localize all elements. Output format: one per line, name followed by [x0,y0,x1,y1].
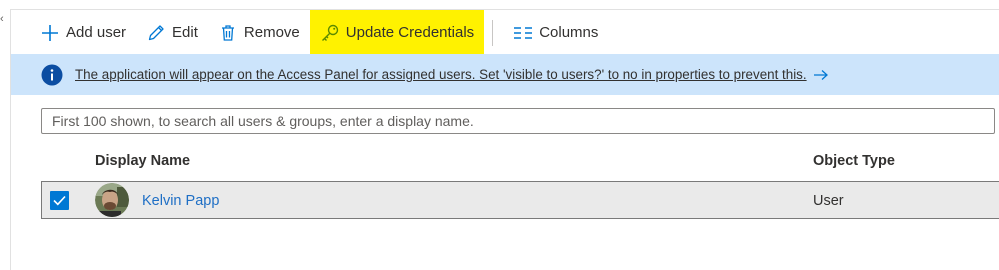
avatar [95,183,129,217]
update-credentials-label: Update Credentials [345,24,475,41]
toolbar-separator [492,19,494,46]
update-credentials-button[interactable]: Update Credentials [309,10,485,55]
checkmark-icon [53,195,66,206]
info-banner: The application will appear on the Acces… [11,54,999,95]
add-user-label: Add user [66,24,127,41]
edit-label: Edit [172,24,198,41]
display-name-link[interactable]: Kelvin Papp [142,193,219,209]
remove-label: Remove [243,24,300,41]
row-checkbox[interactable] [50,191,69,210]
banner-message-link[interactable]: The application will appear on the Acces… [75,67,807,82]
plus-icon [40,23,60,43]
table-row[interactable]: Kelvin Papp User [41,181,999,219]
arrow-right-icon[interactable] [813,69,829,81]
trash-icon [218,23,238,43]
key-icon [320,23,340,43]
collapse-chevron-icon[interactable]: ‹ [0,13,4,25]
add-user-button[interactable]: Add user [30,10,136,55]
command-bar: Add user Edit Remove Update Credentials [30,10,608,55]
edit-button[interactable]: Edit [136,10,208,55]
blade-left-border [10,9,11,270]
object-type-cell: User [813,193,844,209]
column-header-object-type[interactable]: Object Type [813,153,895,169]
pencil-icon [146,23,166,43]
columns-icon [513,23,533,43]
remove-button[interactable]: Remove [208,10,310,55]
search-input[interactable] [41,108,995,134]
column-header-display-name[interactable]: Display Name [95,153,190,169]
columns-label: Columns [539,24,599,41]
columns-button[interactable]: Columns [503,10,608,55]
info-icon [41,64,63,86]
users-and-groups-page: ‹ Add user Edit Remove Update Credential… [0,0,999,270]
